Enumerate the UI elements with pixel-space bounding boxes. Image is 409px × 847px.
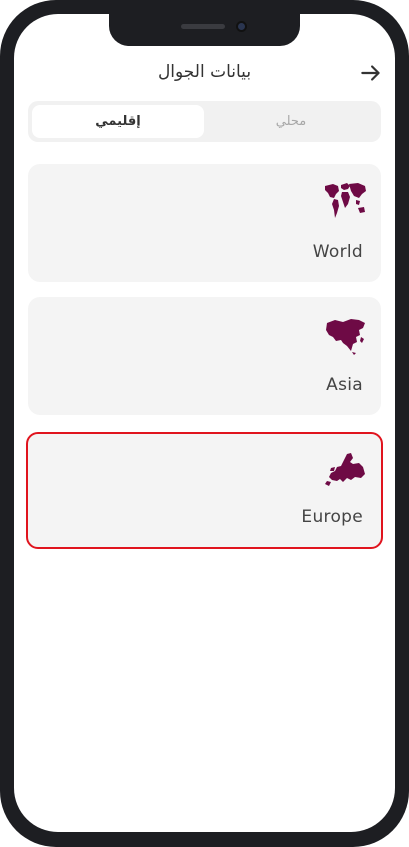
world-map-icon — [325, 183, 366, 218]
asia-map-icon — [326, 319, 365, 355]
region-type-tabs: إقليمي محلي — [28, 101, 381, 142]
region-card-europe[interactable]: Europe — [26, 432, 383, 549]
speaker-grille — [181, 24, 225, 29]
tab-local[interactable]: محلي — [205, 105, 377, 138]
arrow-right-icon — [361, 65, 380, 81]
screen: بيانات الجوال إقليمي محلي World Asia Eur… — [14, 14, 395, 832]
back-button[interactable] — [358, 60, 384, 86]
region-label: World — [312, 242, 363, 262]
region-label: Europe — [301, 507, 363, 527]
header: بيانات الجوال — [14, 58, 395, 90]
region-card-world[interactable]: World — [28, 164, 381, 282]
region-card-asia[interactable]: Asia — [28, 297, 381, 415]
tab-regional[interactable]: إقليمي — [32, 105, 204, 138]
region-label: Asia — [326, 375, 363, 395]
notch — [109, 14, 300, 46]
phone-frame: بيانات الجوال إقليمي محلي World Asia Eur… — [0, 0, 409, 847]
europe-map-icon — [325, 453, 365, 486]
page-title: بيانات الجوال — [157, 62, 252, 82]
front-camera — [236, 21, 247, 32]
